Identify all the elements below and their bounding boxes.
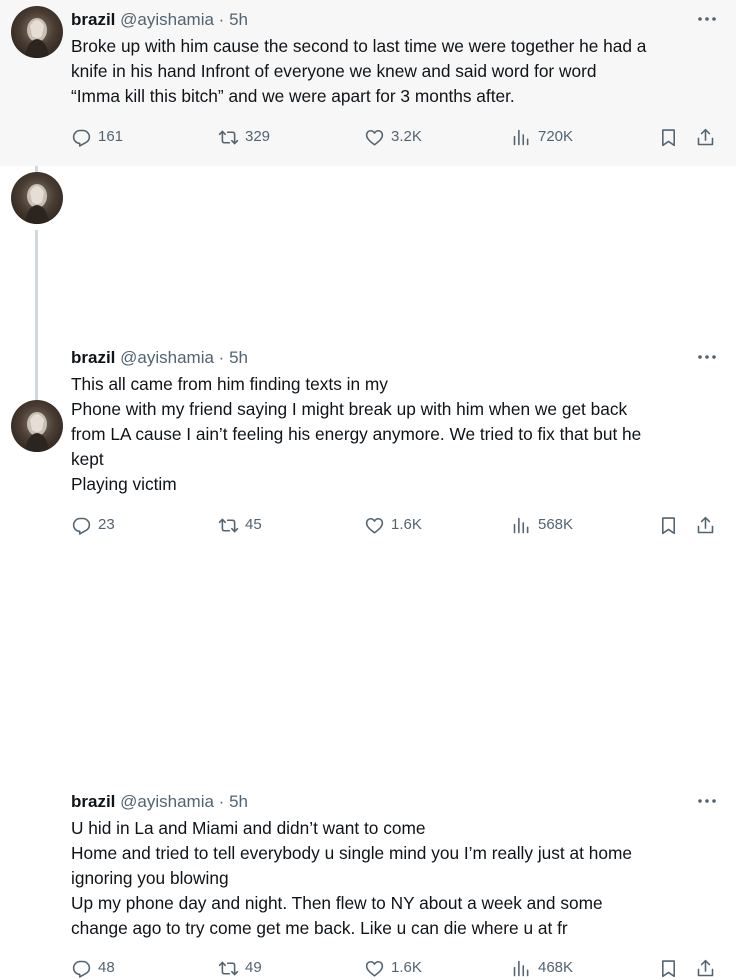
views-button[interactable]: 720K	[511, 125, 573, 149]
user-handle[interactable]: @ayishamia	[120, 10, 214, 29]
tweet-text-line: ignoring you blowing	[71, 868, 229, 888]
tweet-header: brazil @ayishamia · 5h	[71, 791, 248, 813]
share-icon	[697, 128, 714, 145]
like-button[interactable]: 3.2K	[364, 125, 422, 149]
view-count: 720K	[538, 128, 574, 145]
tweet[interactable]: brazil @ayishamia · 5h This all came fro…	[0, 166, 736, 535]
like-count: 1.6K	[391, 959, 422, 976]
tweet-actions: 48 49 1.6K 468K	[71, 956, 721, 980]
heart-icon	[365, 129, 384, 146]
avatar[interactable]	[11, 6, 63, 58]
timestamp[interactable]: 5h	[229, 348, 248, 367]
bookmark-icon	[662, 128, 675, 146]
more-icon[interactable]	[695, 791, 719, 811]
heart-icon	[365, 960, 384, 977]
retweet-count: 49	[245, 959, 262, 976]
reply-button[interactable]: 48	[71, 956, 115, 980]
bookmark-icon	[662, 959, 675, 977]
timestamp[interactable]: 5h	[229, 792, 248, 811]
tweet-header: brazil @ayishamia · 5h	[71, 347, 248, 369]
share-button[interactable]	[695, 956, 716, 980]
tweet-text-line: Up my phone day and night. Then flew to …	[71, 893, 603, 913]
reply-count: 48	[98, 959, 115, 976]
tweet-thread: brazil @ayishamia · 5h Broke up with him…	[0, 0, 736, 978]
display-name[interactable]: brazil	[71, 10, 115, 29]
timestamp[interactable]: 5h	[229, 10, 248, 29]
tweet-actions: 161 329 3.2K 720K	[71, 125, 721, 149]
reply-count: 161	[98, 128, 124, 145]
retweet-icon	[218, 961, 239, 975]
separator-dot: ·	[218, 10, 225, 29]
separator-dot: ·	[218, 792, 225, 811]
retweet-button[interactable]: 49	[218, 956, 262, 980]
user-handle[interactable]: @ayishamia	[120, 348, 214, 367]
share-button[interactable]	[695, 125, 716, 149]
tweet-text-line: Home and tried to tell everybody u singl…	[71, 843, 632, 863]
separator-dot: ·	[218, 348, 225, 367]
tweet-text: U hid in La and Miami and didn’t want to…	[71, 816, 731, 941]
share-icon	[697, 959, 714, 976]
tweet-text-line: U hid in La and Miami and didn’t want to…	[71, 818, 426, 838]
retweet-icon	[218, 130, 239, 144]
views-button[interactable]: 468K	[511, 956, 573, 980]
tweet-text-line: knife in his hand Infront of everyone we…	[71, 61, 597, 81]
view-count: 468K	[538, 959, 574, 976]
tweet[interactable]: brazil @ayishamia · 5h U hid in La and M…	[0, 388, 736, 978]
reply-icon	[72, 129, 91, 147]
views-icon	[513, 129, 529, 145]
more-icon[interactable]	[695, 347, 719, 367]
display-name[interactable]: brazil	[71, 348, 115, 367]
bookmark-button[interactable]	[658, 956, 679, 980]
views-icon	[513, 960, 529, 976]
tweet-text-line: Broke up with him cause the second to la…	[71, 36, 647, 56]
tweet[interactable]: brazil @ayishamia · 5h Broke up with him…	[0, 0, 736, 166]
user-handle[interactable]: @ayishamia	[120, 792, 214, 811]
avatar[interactable]	[11, 400, 63, 452]
tweet-text-line: “Imma kill this bitch” and we were apart…	[71, 86, 515, 106]
more-icon[interactable]	[695, 9, 719, 29]
avatar[interactable]	[11, 172, 63, 224]
retweet-button[interactable]: 329	[218, 125, 270, 149]
tweet-text: Broke up with him cause the second to la…	[71, 34, 731, 109]
tweet-text-line: change ago to try come get me back. Like…	[71, 918, 568, 938]
tweet-header: brazil @ayishamia · 5h	[71, 9, 248, 31]
display-name[interactable]: brazil	[71, 792, 115, 811]
reply-button[interactable]: 161	[71, 125, 123, 149]
retweet-count: 329	[245, 128, 271, 145]
reply-icon	[72, 960, 91, 978]
like-button[interactable]: 1.6K	[364, 956, 422, 980]
bookmark-button[interactable]	[658, 125, 679, 149]
like-count: 3.2K	[391, 128, 422, 145]
